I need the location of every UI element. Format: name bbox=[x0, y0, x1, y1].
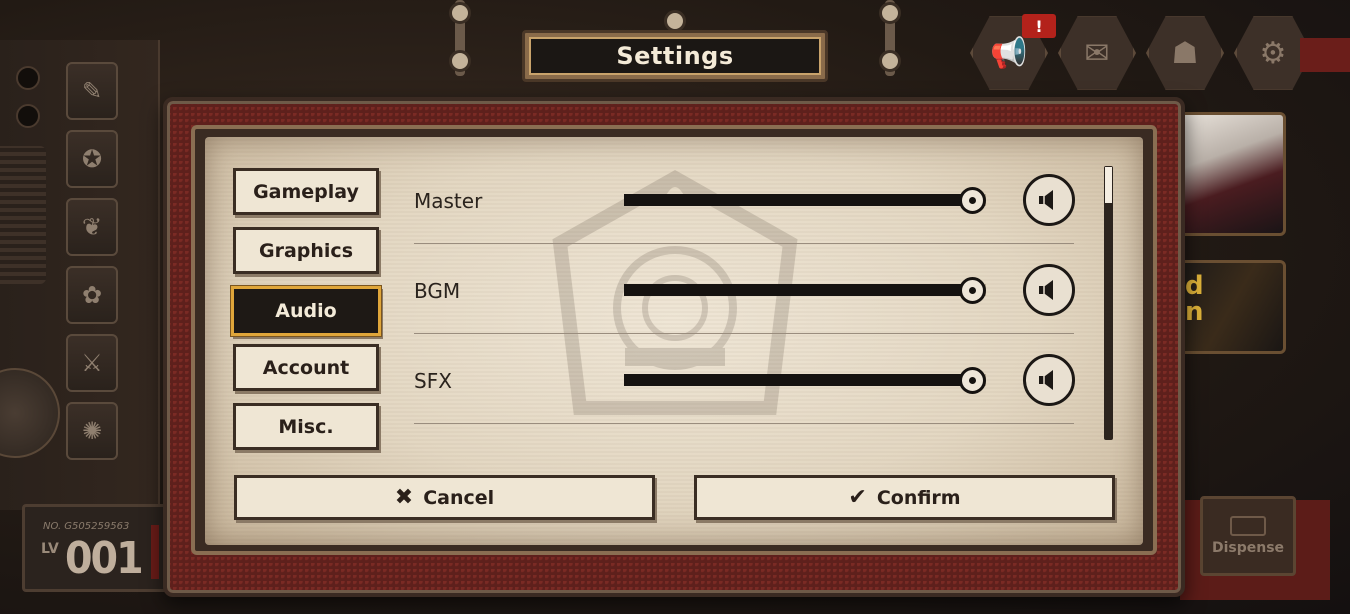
dispense-icon bbox=[1230, 516, 1266, 536]
player-id: NO. G505259563 bbox=[43, 521, 130, 532]
slider-thumb[interactable] bbox=[959, 187, 986, 214]
x-icon: ✖ bbox=[394, 484, 414, 510]
header-strip bbox=[1300, 38, 1350, 72]
badge-icon[interactable]: ✪ bbox=[66, 130, 118, 188]
panel-bolt bbox=[16, 104, 40, 128]
slider-thumb[interactable] bbox=[959, 367, 986, 394]
event-banner-art: dn bbox=[1185, 271, 1204, 327]
sfx-label: SFX bbox=[414, 369, 452, 393]
row-divider bbox=[414, 333, 1074, 334]
scrollbar-thumb[interactable] bbox=[1105, 167, 1112, 203]
notification-badge: ! bbox=[1022, 14, 1056, 38]
confirm-label: Confirm bbox=[876, 486, 961, 509]
cancel-button[interactable]: ✖ Cancel bbox=[234, 475, 655, 520]
tab-graphics[interactable]: Graphics bbox=[233, 227, 379, 274]
slider-thumb[interactable] bbox=[959, 277, 986, 304]
flower-icon[interactable]: ✿ bbox=[66, 266, 118, 324]
bgm-label: BGM bbox=[414, 279, 461, 303]
mail-icon[interactable]: ✉ bbox=[1058, 16, 1136, 90]
level-bar bbox=[151, 525, 159, 579]
level-label: LV bbox=[41, 541, 59, 557]
dispense-button[interactable]: Dispense bbox=[1200, 496, 1296, 576]
tab-gameplay[interactable]: Gameplay bbox=[233, 168, 379, 215]
cancel-label: Cancel bbox=[423, 486, 495, 509]
level-value: 001 bbox=[65, 533, 144, 584]
title-plate: Settings bbox=[522, 30, 828, 82]
event-banner[interactable]: dn bbox=[1176, 260, 1286, 354]
panel-bolt bbox=[16, 66, 40, 90]
settings-scrollbar[interactable] bbox=[1104, 166, 1113, 440]
page-title: Settings bbox=[616, 42, 734, 70]
row-divider bbox=[414, 423, 1074, 424]
tab-audio[interactable]: Audio bbox=[231, 286, 381, 336]
dispense-label: Dispense bbox=[1211, 540, 1285, 556]
sfx-speaker-icon[interactable] bbox=[1023, 354, 1075, 406]
master-label: Master bbox=[414, 189, 483, 213]
bgm-volume-slider[interactable] bbox=[624, 275, 986, 305]
master-volume-slider[interactable] bbox=[624, 185, 986, 215]
vent-grille bbox=[0, 146, 46, 284]
checkmark-icon: ✔ bbox=[848, 484, 867, 510]
gear-emblem-icon[interactable]: ✺ bbox=[66, 402, 118, 460]
weapon-icon[interactable]: ⚔ bbox=[66, 334, 118, 392]
notes-icon[interactable]: ✎ bbox=[66, 62, 118, 120]
player-level-panel: NO. G505259563 LV 001 bbox=[22, 504, 182, 592]
tab-account[interactable]: Account bbox=[233, 344, 379, 391]
left-menu: ✎ ✪ ❦ ✿ ⚔ ✺ bbox=[66, 62, 118, 460]
bgm-speaker-icon[interactable] bbox=[1023, 264, 1075, 316]
shop-icon[interactable]: ☗ bbox=[1146, 16, 1224, 90]
sfx-volume-slider[interactable] bbox=[624, 365, 986, 395]
master-speaker-icon[interactable] bbox=[1023, 174, 1075, 226]
tab-misc[interactable]: Misc. bbox=[233, 403, 379, 450]
character-portrait[interactable] bbox=[1176, 112, 1286, 236]
creature-icon[interactable]: ❦ bbox=[66, 198, 118, 256]
row-divider bbox=[414, 243, 1074, 244]
confirm-button[interactable]: ✔ Confirm bbox=[694, 475, 1115, 520]
